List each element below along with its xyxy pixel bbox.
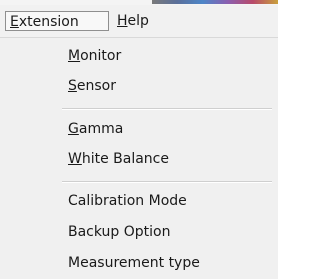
extension-dropdown-menu: Monitor Sensor Gamma White Balance Calib… [0,38,278,279]
menu-bar: Extension Help [0,5,278,38]
menu-item-measurement-type-label: Measurement type [68,255,200,271]
menu-item-white-balance-label: White Balance [68,151,169,167]
menu-item-sensor-label: Sensor [68,78,116,94]
menu-item-calibration-mode-label: Calibration Mode [68,193,187,209]
menu-item-calibration-mode[interactable]: Calibration Mode [0,188,278,214]
menu-item-measurement-type[interactable]: Measurement type [0,250,278,276]
menu-separator [62,181,272,183]
menu-item-gamma[interactable]: Gamma [0,116,278,142]
menu-item-white-balance[interactable]: White Balance [0,146,278,172]
menubar-help-label: Help [117,13,149,29]
menu-item-backup-option-label: Backup Option [68,224,171,240]
menu-separator [62,108,272,110]
menu-item-gamma-label: Gamma [68,121,124,137]
menu-item-backup-option[interactable]: Backup Option [0,219,278,245]
menu-item-monitor-label: Monitor [68,48,122,64]
menu-item-monitor[interactable]: Monitor [0,43,278,69]
menubar-help[interactable]: Help [113,11,153,31]
menubar-extension-label: Extension [10,14,79,30]
menubar-extension[interactable]: Extension [5,11,109,31]
menu-item-sensor[interactable]: Sensor [0,73,278,99]
color-gradient-strip [152,0,278,4]
